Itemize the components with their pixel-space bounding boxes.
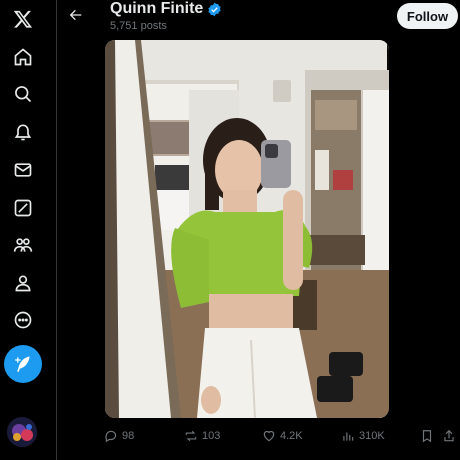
account-avatar[interactable] [7, 417, 37, 447]
post-action-bar: 98 103 4.2K 310K [100, 424, 460, 448]
bookmark-icon [422, 430, 432, 443]
post-media-image[interactable] [105, 40, 389, 418]
communities-icon[interactable] [8, 230, 38, 260]
search-icon[interactable] [8, 79, 38, 109]
like-count: 4.2K [280, 430, 303, 442]
profile-header: Quinn Finite 5,751 posts Follow [57, 0, 460, 36]
follow-button[interactable]: Follow [397, 3, 458, 29]
reply-icon [105, 430, 117, 443]
post-count: 5,751 posts [110, 20, 167, 32]
back-button[interactable] [65, 4, 87, 26]
bookmark-button[interactable] [420, 424, 434, 448]
column-divider [56, 0, 57, 460]
arrow-left-icon [69, 9, 82, 21]
reply-count: 98 [122, 430, 135, 442]
sidebar [0, 0, 46, 460]
repost-button[interactable]: 103 [184, 424, 220, 448]
view-count: 310K [359, 430, 385, 442]
verified-badge-icon [208, 2, 222, 16]
heart-icon [263, 430, 275, 442]
views-button[interactable]: 310K [341, 424, 385, 448]
feather-plus-icon [15, 356, 30, 372]
x-logo-icon[interactable] [8, 4, 38, 34]
share-icon [444, 429, 454, 442]
profile-name: Quinn Finite [110, 0, 204, 17]
repost-count: 103 [202, 430, 221, 442]
mirror-selfie-photo [105, 40, 389, 418]
messages-icon[interactable] [8, 155, 38, 185]
repost-icon [185, 430, 197, 442]
compose-post-button[interactable] [4, 345, 42, 383]
views-chart-icon [343, 432, 354, 441]
grok-icon[interactable] [8, 193, 38, 223]
share-button[interactable] [442, 424, 456, 448]
notifications-icon[interactable] [8, 117, 38, 147]
like-button[interactable]: 4.2K [262, 424, 303, 448]
home-icon[interactable] [8, 42, 38, 72]
more-icon[interactable] [8, 305, 38, 335]
reply-button[interactable]: 98 [104, 424, 134, 448]
profile-icon[interactable] [8, 268, 38, 298]
